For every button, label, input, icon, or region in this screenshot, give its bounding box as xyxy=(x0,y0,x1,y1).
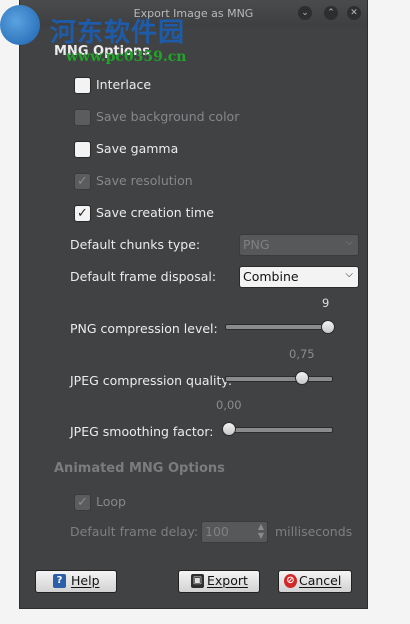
save-background-color-checkbox xyxy=(74,109,91,126)
save-creation-time-label: Save creation time xyxy=(96,205,214,220)
shade-icon[interactable]: ⌄ xyxy=(298,6,312,20)
frame-disposal-label: Default frame disposal: xyxy=(70,269,217,284)
cancel-button-label: Cancel xyxy=(299,573,342,588)
png-compression-label: PNG compression level: xyxy=(70,321,218,336)
frame-disposal-value: Combine xyxy=(243,269,299,284)
jpeg-quality-label: JPEG compression quality: xyxy=(70,373,233,388)
chunks-type-value: PNG xyxy=(243,237,270,252)
watermark-logo xyxy=(0,5,40,45)
interlace-label: Interlace xyxy=(96,77,152,92)
png-compression-value: 9 xyxy=(322,296,330,310)
save-creation-time-checkbox[interactable]: ✓ xyxy=(74,205,91,222)
animated-options-title: Animated MNG Options xyxy=(54,461,225,476)
cancel-button[interactable]: ⊘ Cancel xyxy=(278,570,352,593)
frame-delay-unit: milliseconds xyxy=(275,524,353,539)
frame-delay-label: Default frame delay: xyxy=(70,524,199,539)
help-button[interactable]: ? Help xyxy=(35,570,117,593)
export-mng-dialog: Export Image as MNG ⌄ ⌃ ✕ MNG Options In… xyxy=(20,0,367,608)
jpeg-quality-slider[interactable] xyxy=(225,376,333,382)
export-button-label: Export xyxy=(207,573,248,588)
jpeg-quality-value: 0,75 xyxy=(289,347,315,361)
help-icon: ? xyxy=(53,574,66,588)
chunks-type-label: Default chunks type: xyxy=(70,237,201,252)
jpeg-smoothing-slider[interactable] xyxy=(225,427,333,433)
jpeg-smoothing-label: JPEG smoothing factor: xyxy=(70,424,214,439)
chevron-down-icon: ⌵ xyxy=(345,237,353,248)
spin-arrows-icon: ▲ ▼ xyxy=(257,522,264,540)
frame-delay-spinbox: 100 ▲ ▼ xyxy=(201,521,268,543)
maximize-icon[interactable]: ⌃ xyxy=(324,6,338,20)
save-gamma-checkbox[interactable] xyxy=(74,141,91,158)
cancel-icon: ⊘ xyxy=(284,574,297,588)
export-button[interactable]: ▣ Export xyxy=(178,570,260,593)
interlace-checkbox[interactable] xyxy=(74,77,91,94)
save-background-color-label: Save background color xyxy=(96,109,240,124)
jpeg-smoothing-handle[interactable] xyxy=(222,422,236,436)
jpeg-smoothing-value: 0,00 xyxy=(216,398,242,412)
save-resolution-checkbox: ✓ xyxy=(74,173,91,190)
watermark-url: www.pc0359.cn xyxy=(66,49,187,65)
save-resolution-label: Save resolution xyxy=(96,173,193,188)
help-button-label: Help xyxy=(71,573,100,588)
chunks-type-select: PNG ⌵ xyxy=(239,234,359,256)
chevron-down-icon: ⌵ xyxy=(345,269,353,280)
loop-checkbox: ✓ xyxy=(74,494,91,511)
save-gamma-label: Save gamma xyxy=(96,141,179,156)
png-compression-slider[interactable] xyxy=(225,324,333,330)
save-icon: ▣ xyxy=(191,574,204,588)
watermark-text: 河东软件园 xyxy=(50,18,186,48)
jpeg-quality-handle[interactable] xyxy=(295,371,309,385)
close-icon[interactable]: ✕ xyxy=(347,6,361,20)
frame-disposal-select[interactable]: Combine ⌵ xyxy=(239,266,359,288)
loop-label: Loop xyxy=(96,494,126,509)
frame-delay-value: 100 xyxy=(205,524,229,539)
png-compression-handle[interactable] xyxy=(321,320,335,334)
